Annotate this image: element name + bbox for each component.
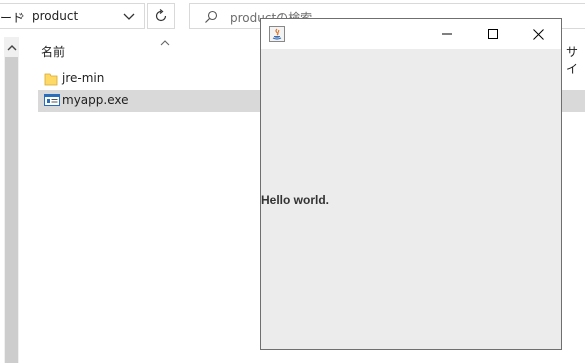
address-current-segment[interactable]: product [32, 9, 78, 23]
chevron-down-icon[interactable] [122, 11, 136, 23]
refresh-icon [155, 9, 167, 22]
maximize-button[interactable] [470, 19, 516, 49]
title-bar[interactable] [261, 19, 561, 49]
address-separator: › [20, 9, 25, 22]
sort-ascending-icon [160, 36, 170, 46]
search-icon [204, 10, 218, 27]
minimize-button[interactable] [424, 19, 470, 49]
java-icon[interactable] [269, 26, 285, 42]
hello-label: Hello world. [261, 193, 330, 207]
folder-icon [44, 71, 58, 87]
minimize-icon [442, 33, 452, 35]
file-name: myapp.exe [62, 93, 129, 107]
scrollbar-thumb[interactable] [5, 57, 18, 363]
chevron-up-icon[interactable] [4, 41, 19, 53]
nav-pane-scrollbar[interactable] [4, 37, 19, 363]
address-path[interactable]: ード › product [0, 3, 145, 29]
maximize-icon [488, 29, 498, 39]
java-app-window[interactable]: Hello world. [260, 18, 562, 350]
column-header-name[interactable]: 名前 [41, 43, 65, 60]
close-icon [532, 28, 544, 40]
refresh-button[interactable] [147, 3, 175, 29]
file-name: jre-min [62, 71, 105, 85]
content-pane: Hello world. [261, 49, 561, 349]
exe-icon [44, 93, 60, 109]
close-button[interactable] [515, 19, 561, 49]
